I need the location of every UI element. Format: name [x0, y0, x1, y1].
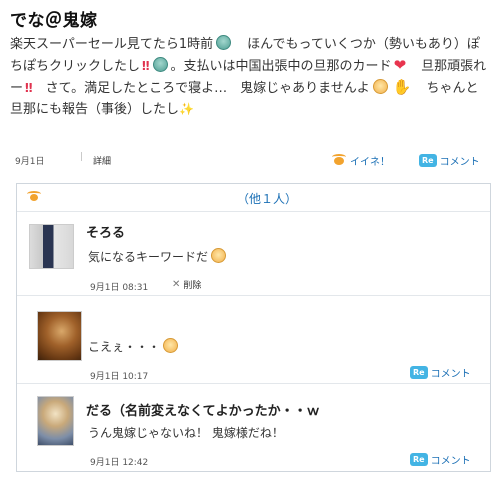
post-text-3: 。支払いは中国出張中の旦那のカード: [170, 59, 392, 74]
post-date: 9月1日: [15, 157, 45, 167]
hand-emoji-icon: ✋: [392, 78, 412, 96]
thread-top-bar: （他１人）: [17, 184, 490, 211]
like-icon: [332, 154, 346, 166]
bell-emoji-icon: [216, 35, 232, 50]
comment-time: 9月1日 12:42: [90, 458, 149, 468]
delete-x-icon: ✕: [172, 279, 181, 290]
bell-emoji-icon: [152, 57, 168, 72]
comment-time: 9月1日 10:17: [90, 372, 149, 382]
post-meta-row: 9月1日 | 詳細 イイネ！ Re コメント: [15, 152, 485, 168]
comment-label: コメント: [439, 156, 480, 168]
re-comment-icon: Re: [410, 452, 428, 466]
avatar[interactable]: [37, 396, 74, 446]
heart-emoji-icon: ❤: [393, 56, 407, 74]
face-emoji-icon: [163, 338, 179, 353]
comment-button[interactable]: Re コメント: [410, 451, 471, 467]
face-emoji-icon: [211, 248, 227, 263]
re-comment-icon: Re: [419, 153, 437, 167]
comment-time: 9月1日 08:31: [90, 283, 149, 293]
meta-separator: |: [80, 152, 84, 162]
comment-text-content: 気になるキーワードだ: [88, 250, 209, 264]
comment-label: コメント: [430, 455, 471, 467]
comment-button[interactable]: Re コメント: [419, 152, 480, 168]
delete-button[interactable]: ✕ 削除: [172, 278, 201, 291]
face-emoji-icon: [372, 79, 388, 94]
bangbang-emoji-icon: ‼: [142, 59, 149, 73]
comment-item: こえぇ・・・ 9月1日 10:17 Re コメント: [17, 296, 490, 383]
comment-author[interactable]: だる（名前変えなくてよかったか・・ｗ: [86, 400, 320, 419]
comment-text: 気になるキーワードだ: [88, 248, 229, 265]
comment-button[interactable]: Re コメント: [410, 364, 471, 380]
thread-like-icon: [27, 191, 41, 202]
avatar[interactable]: [37, 311, 82, 361]
re-comment-icon: Re: [410, 365, 428, 379]
like-label: イイネ！: [350, 156, 390, 168]
post-text-1: 楽天スーパーセール見てたら1時前: [10, 37, 214, 52]
comment-item: そろる 気になるキーワードだ 9月1日 08:31 ✕ 削除: [17, 212, 490, 295]
post-body: 楽天スーパーセール見てたら1時前 ほんでもっていくつか（勢いもあり）ぽちぽちクリ…: [10, 34, 490, 120]
post-title: でな＠鬼嫁: [10, 11, 98, 31]
sparkles-emoji-icon: ✨: [179, 102, 194, 116]
comment-item: だる（名前変えなくてよかったか・・ｗ うん鬼嫁じゃないね！ 鬼嫁様だね！ 9月1…: [17, 384, 490, 472]
comment-author[interactable]: そろる: [86, 222, 125, 241]
comment-text: こえぇ・・・: [88, 338, 181, 355]
detail-link[interactable]: 詳細: [93, 154, 111, 167]
delete-label: 削除: [183, 281, 202, 291]
comment-text: うん鬼嫁じゃないね！ 鬼嫁様だね！: [88, 426, 284, 440]
like-button[interactable]: イイネ！: [332, 152, 390, 168]
avatar[interactable]: [29, 224, 74, 269]
comment-text-content: こえぇ・・・: [88, 340, 161, 354]
comment-label: コメント: [430, 368, 471, 380]
bangbang-emoji-icon: ‼: [25, 81, 32, 95]
comments-box: （他１人） そろる 気になるキーワードだ 9月1日 08:31 ✕ 削除 こえぇ…: [16, 183, 491, 472]
show-more-link[interactable]: （他１人）: [237, 190, 297, 207]
post-text-5: さて。満足したところで寝よ… 鬼嫁じゃありませんよ: [45, 81, 370, 96]
